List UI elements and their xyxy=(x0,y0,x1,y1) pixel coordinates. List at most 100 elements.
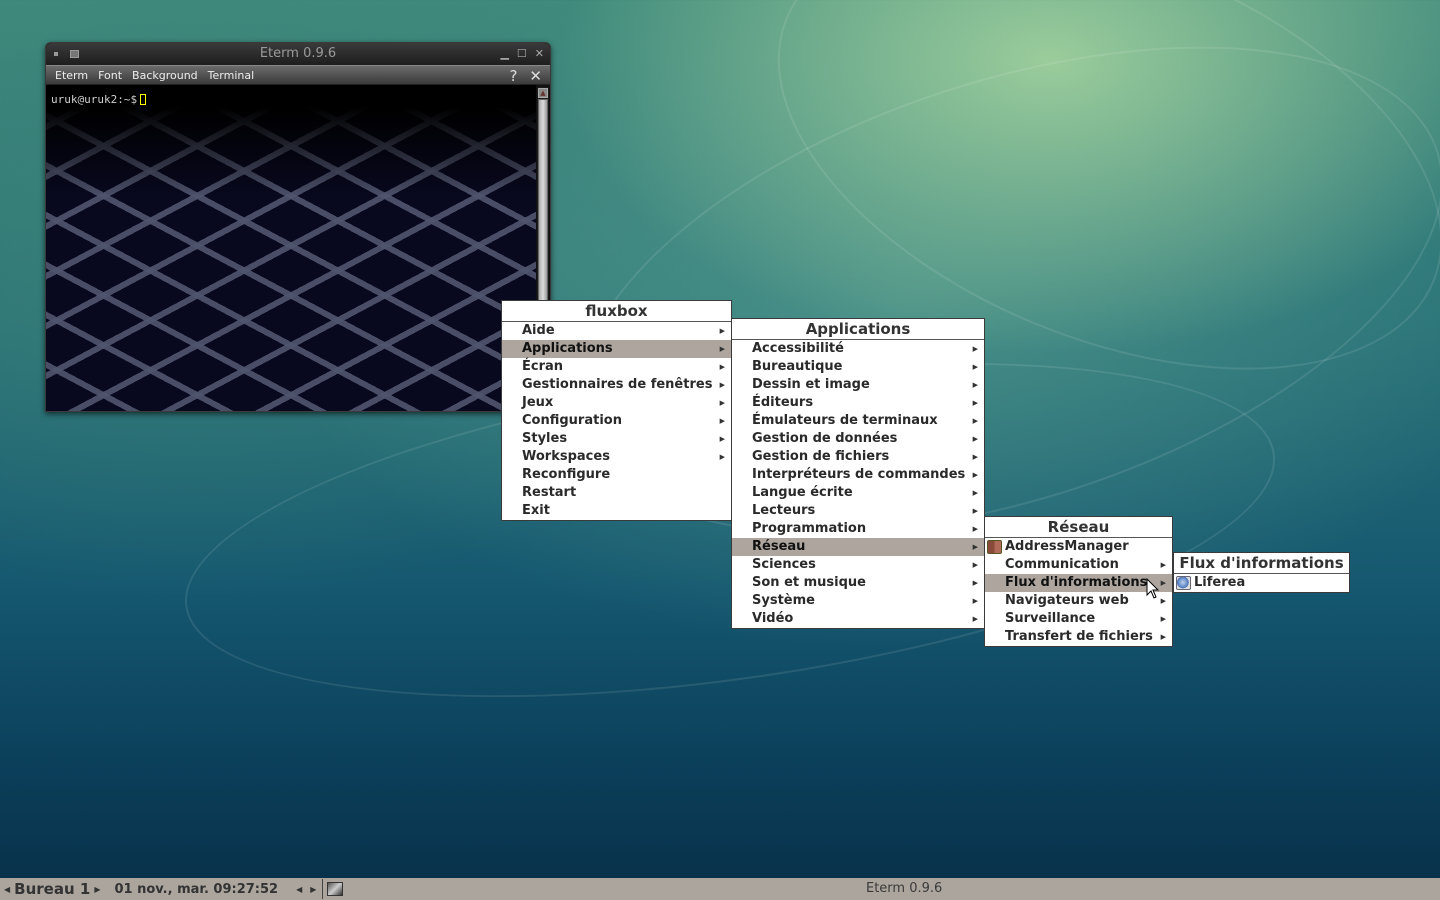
menu-item-label: Configuration xyxy=(522,413,622,428)
menu-item-transfert-de-fichiers[interactable]: Transfert de fichiers ▶ xyxy=(985,628,1172,646)
menu-item-jeux[interactable]: Jeux ▶ xyxy=(502,394,731,412)
menu-item-liferea[interactable]: Liferea xyxy=(1174,574,1349,592)
menu-item-label: Langue écrite xyxy=(752,485,853,500)
menu-item-label: Système xyxy=(752,593,815,608)
eterm-close-button[interactable]: ✕ xyxy=(529,67,542,85)
minimize-button[interactable]: ▁ xyxy=(500,43,508,65)
prev-workspace-button[interactable]: ◀ xyxy=(0,885,14,894)
menu-terminal[interactable]: Terminal xyxy=(203,69,260,82)
menu-item-styles[interactable]: Styles ▶ xyxy=(502,430,731,448)
menu-title: fluxbox xyxy=(502,301,731,322)
window-title: Eterm 0.9.6 xyxy=(259,46,337,61)
submenu-arrow-icon: ▶ xyxy=(972,399,978,407)
prompt-text: uruk@uruk2:~$ xyxy=(51,93,138,106)
menu-item-éditeurs[interactable]: Éditeurs ▶ xyxy=(732,394,984,412)
menu-item-interpréteurs-de-commandes[interactable]: Interpréteurs de commandes ▶ xyxy=(732,466,984,484)
menu-item-label: Gestionnaires de fenêtres xyxy=(522,377,713,392)
menu-item-gestion-de-fichiers[interactable]: Gestion de fichiers ▶ xyxy=(732,448,984,466)
menu-item-dessin-et-image[interactable]: Dessin et image ▶ xyxy=(732,376,984,394)
menu-item-réseau[interactable]: Réseau ▶ xyxy=(732,538,984,556)
mouse-pointer-icon xyxy=(1146,578,1160,599)
menu-item-bureautique[interactable]: Bureautique ▶ xyxy=(732,358,984,376)
menu-item-label: Restart xyxy=(522,485,577,500)
menu-item-programmation[interactable]: Programmation ▶ xyxy=(732,520,984,538)
menu-background[interactable]: Background xyxy=(127,69,203,82)
submenu-arrow-icon: ▶ xyxy=(972,543,978,551)
menu-item-label: Écran xyxy=(522,359,564,374)
menu-item-gestionnaires-de-fenêtres[interactable]: Gestionnaires de fenêtres ▶ xyxy=(502,376,731,394)
menu-item-gestion-de-données[interactable]: Gestion de données ▶ xyxy=(732,430,984,448)
menu-item-restart[interactable]: Restart xyxy=(502,484,731,502)
submenu-arrow-icon: ▶ xyxy=(719,417,725,425)
submenu-arrow-icon: ▶ xyxy=(719,363,725,371)
scroll-up-button[interactable]: ▲ xyxy=(538,88,548,98)
submenu-arrow-icon: ▶ xyxy=(972,489,978,497)
submenu-arrow-icon: ▶ xyxy=(972,453,978,461)
maximize-button[interactable]: ☐ xyxy=(517,43,527,65)
menu-item-communication[interactable]: Communication ▶ xyxy=(985,556,1172,574)
menu-item-sciences[interactable]: Sciences ▶ xyxy=(732,556,984,574)
eterm-titlebar[interactable]: Eterm 0.9.6 ▁ ☐ ✕ xyxy=(46,43,550,65)
systray-terminal-icon[interactable] xyxy=(327,882,344,896)
submenu-arrow-icon: ▶ xyxy=(972,525,978,533)
submenu-arrow-icon: ▶ xyxy=(972,507,978,515)
menu-item-label: Styles xyxy=(522,431,568,446)
eterm-window[interactable]: Eterm 0.9.6 ▁ ☐ ✕ Eterm Font Background … xyxy=(45,42,551,412)
menu-item-vidéo[interactable]: Vidéo ▶ xyxy=(732,610,984,628)
help-button[interactable]: ? xyxy=(509,67,517,85)
submenu-arrow-icon: ▶ xyxy=(972,471,978,479)
prev-task-button[interactable]: ◀ xyxy=(292,885,306,894)
menu-item-label: Navigateurs web xyxy=(1005,593,1129,608)
flux-informations-menu: Flux d'informations Liferea xyxy=(1173,552,1350,593)
menu-item-workspaces[interactable]: Workspaces ▶ xyxy=(502,448,731,466)
submenu-arrow-icon: ▶ xyxy=(719,345,725,353)
menu-item-flux-d-informations[interactable]: Flux d'informations ▶ xyxy=(985,574,1172,592)
menu-item-applications[interactable]: Applications ▶ xyxy=(502,340,731,358)
submenu-arrow-icon: ▶ xyxy=(719,453,725,461)
next-task-button[interactable]: ▶ xyxy=(306,885,320,894)
submenu-arrow-icon: ▶ xyxy=(972,579,978,587)
menu-item-lecteurs[interactable]: Lecteurs ▶ xyxy=(732,502,984,520)
menu-eterm[interactable]: Eterm xyxy=(50,69,93,82)
menu-title: Applications xyxy=(732,319,984,340)
menu-item-langue-écrite[interactable]: Langue écrite ▶ xyxy=(732,484,984,502)
menu-item-label: Réseau xyxy=(752,539,806,554)
terminal-area[interactable]: uruk@uruk2:~$ xyxy=(46,85,536,411)
menu-item-label: Workspaces xyxy=(522,449,610,464)
menu-item-aide[interactable]: Aide ▶ xyxy=(502,322,731,340)
menu-item-label: Accessibilité xyxy=(752,341,844,356)
submenu-arrow-icon: ▶ xyxy=(972,345,978,353)
menu-item-surveillance[interactable]: Surveillance ▶ xyxy=(985,610,1172,628)
menu-item-son-et-musique[interactable]: Son et musique ▶ xyxy=(732,574,984,592)
text-cursor xyxy=(140,94,147,105)
submenu-arrow-icon: ▶ xyxy=(719,327,725,335)
window-menu-icon[interactable] xyxy=(54,52,58,56)
clock: 01 nov., mar. 09:27:52 xyxy=(114,881,279,897)
taskbar-task-eterm[interactable]: Eterm 0.9.6 xyxy=(866,878,942,900)
menu-item-addressmanager[interactable]: AddressManager xyxy=(985,538,1172,556)
next-workspace-button[interactable]: ▶ xyxy=(90,885,104,894)
menu-item-reconfigure[interactable]: Reconfigure xyxy=(502,466,731,484)
close-button[interactable]: ✕ xyxy=(535,43,544,65)
menu-item-émulateurs-de-terminaux[interactable]: Émulateurs de terminaux ▶ xyxy=(732,412,984,430)
menu-item-système[interactable]: Système ▶ xyxy=(732,592,984,610)
workspace-name[interactable]: Bureau 1 xyxy=(14,880,90,898)
menu-item-écran[interactable]: Écran ▶ xyxy=(502,358,731,376)
menu-item-label: AddressManager xyxy=(1005,539,1129,554)
menu-item-label: Bureautique xyxy=(752,359,843,374)
menu-title: Flux d'informations xyxy=(1174,553,1349,574)
menu-item-exit[interactable]: Exit xyxy=(502,502,731,520)
submenu-arrow-icon: ▶ xyxy=(719,399,725,407)
liferea-icon xyxy=(1176,576,1191,590)
menu-item-label: Gestion de données xyxy=(752,431,898,446)
menu-font[interactable]: Font xyxy=(93,69,127,82)
menu-title: Réseau xyxy=(985,517,1172,538)
menu-item-label: Aide xyxy=(522,323,555,338)
menu-item-accessibilité[interactable]: Accessibilité ▶ xyxy=(732,340,984,358)
address-book-icon xyxy=(987,540,1002,554)
submenu-arrow-icon: ▶ xyxy=(972,615,978,623)
submenu-arrow-icon: ▶ xyxy=(972,435,978,443)
fluxbox-root-menu: fluxbox Aide ▶ Applications ▶ Écran ▶ Gestionn… xyxy=(501,300,732,521)
menu-item-configuration[interactable]: Configuration ▶ xyxy=(502,412,731,430)
menu-item-navigateurs-web[interactable]: Navigateurs web ▶ xyxy=(985,592,1172,610)
